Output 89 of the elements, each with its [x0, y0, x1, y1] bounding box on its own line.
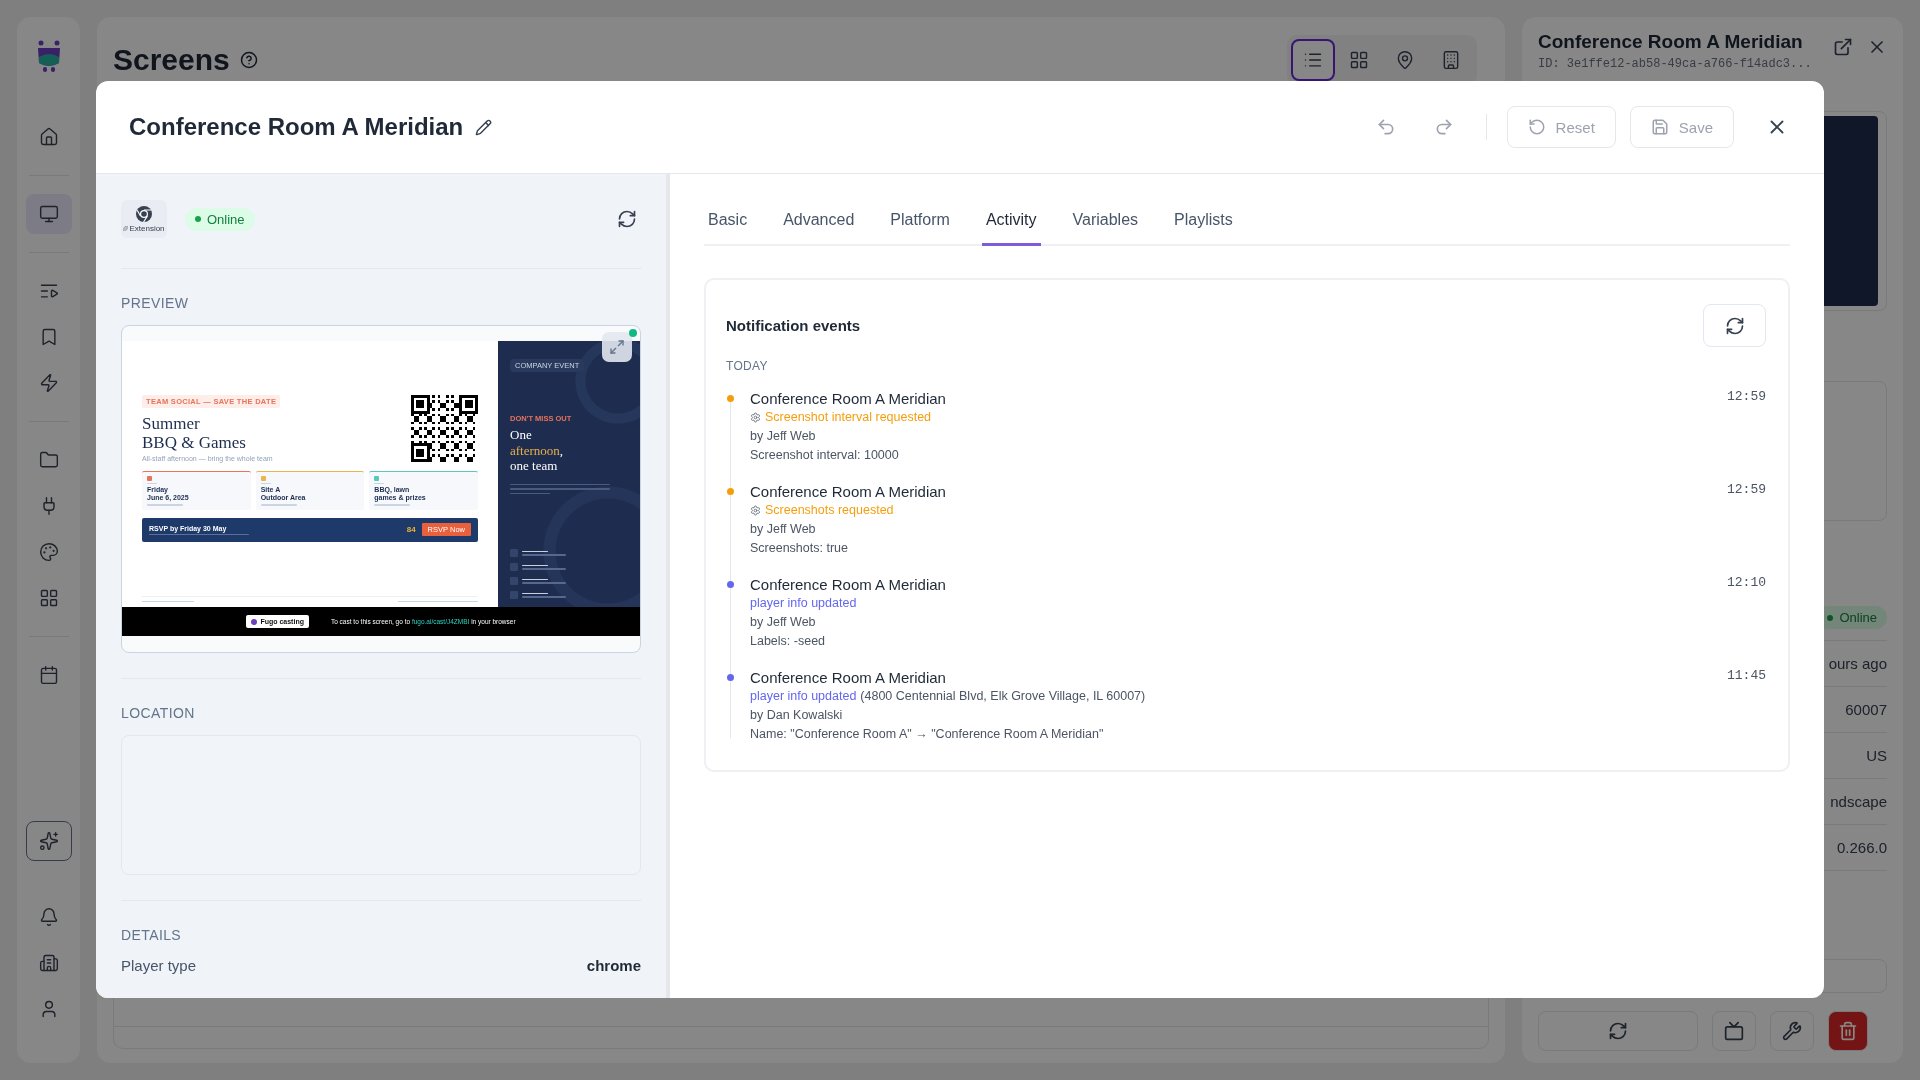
monitor-icon	[38, 204, 59, 224]
refresh-button[interactable]	[1703, 304, 1766, 347]
event-time: 12:59	[1727, 482, 1766, 499]
trash-icon	[1838, 1021, 1858, 1041]
sidebar-item[interactable]	[25, 821, 72, 861]
sparkles-icon	[38, 831, 59, 851]
bell-icon	[38, 907, 59, 927]
view-button[interactable]	[1291, 39, 1335, 81]
refresh-icon	[1608, 1021, 1628, 1041]
help-icon	[239, 51, 258, 69]
wrench-icon	[1782, 1021, 1802, 1041]
event-detail: Screenshot interval: 10000	[750, 447, 900, 464]
event-address: (4800 Centennial Blvd, Elk Grove Village, IL 60007)	[860, 688, 1146, 705]
gear-icon	[750, 505, 761, 516]
event-title: Conference Room A Meridian	[750, 482, 947, 501]
card-icon	[260, 475, 266, 481]
section-label: LOCATION	[121, 705, 196, 721]
folder-icon	[38, 450, 59, 470]
event-title: Conference Room A Meridian	[750, 575, 947, 594]
sidebar-item[interactable]	[25, 194, 72, 234]
spaces-count: 84	[406, 525, 416, 535]
event-detail: Screenshots: true	[750, 540, 849, 557]
gear-icon	[750, 412, 761, 423]
status-badge: Online	[185, 207, 255, 231]
event-detail: Name: "Conference Room A" → "Conference Room A Meridian"	[750, 726, 1105, 743]
event-author: by Dan Kowalski	[750, 707, 844, 724]
tab[interactable]: Activity	[981, 196, 1041, 246]
lightning-icon	[38, 373, 59, 393]
card-title: Notification events	[726, 317, 861, 334]
card-icon	[374, 475, 380, 481]
detail-value: chrome	[586, 957, 641, 974]
tab[interactable]: Advanced	[779, 196, 859, 246]
event-time: 11:45	[1727, 668, 1766, 685]
event-action[interactable]: player info updated	[750, 594, 857, 613]
save-icon	[1650, 118, 1669, 136]
grid-view-icon	[1349, 50, 1369, 70]
expand-button[interactable]	[602, 332, 632, 362]
event-time: 12:59	[1727, 389, 1766, 406]
tab[interactable]: Variables	[1068, 196, 1143, 246]
panel-title: Conference Room A Meridian	[1538, 31, 1804, 53]
event-title: Conference Room A Meridian	[750, 389, 947, 408]
dialog-title: Conference Room A Meridian	[129, 113, 464, 141]
refresh-icon	[617, 209, 637, 229]
event-author: by Jeff Web	[750, 428, 817, 445]
home-icon	[38, 127, 59, 147]
playlist-icon	[38, 281, 59, 301]
refresh-icon	[1724, 315, 1745, 336]
browser-logo-icon	[135, 205, 153, 223]
event-author: by Jeff Web	[750, 521, 817, 538]
detail-value: US	[1866, 747, 1887, 764]
map-pin-icon	[1395, 50, 1415, 70]
tab[interactable]: Playlists	[1170, 196, 1237, 246]
reset-icon	[1527, 118, 1546, 136]
calendar-icon	[38, 665, 59, 685]
event-author: by Jeff Web	[750, 614, 817, 631]
pencil-icon	[475, 118, 493, 136]
page-title: Screens	[113, 43, 230, 77]
tab[interactable]: Basic	[704, 196, 752, 246]
event-time: 12:10	[1727, 575, 1766, 592]
poster-title: Summer BBQ & Games	[142, 413, 247, 452]
detail-label: Player type	[121, 957, 197, 974]
undo-icon	[1375, 117, 1396, 137]
expand-icon	[609, 339, 625, 355]
tv-button[interactable]	[1712, 1011, 1756, 1051]
detail-value: 0.266.0	[1836, 839, 1887, 856]
tab[interactable]: Platform	[886, 196, 954, 246]
event-title: Conference Room A Meridian	[750, 668, 947, 687]
card-icon	[147, 475, 152, 481]
section-label: DETAILS	[121, 927, 183, 943]
poster-headline: One afternoon, one team	[510, 427, 565, 474]
detail-value: 60007	[1845, 701, 1887, 718]
event-detail: Labels: -seed	[750, 633, 827, 650]
tv-icon	[1724, 1021, 1744, 1041]
external-link-icon[interactable]	[1833, 37, 1853, 57]
extension-label: Extension	[129, 224, 165, 233]
delete-button[interactable]	[1828, 1011, 1868, 1051]
building-icon	[1441, 50, 1461, 70]
detail-value: ndscape	[1830, 793, 1887, 810]
building-icon	[38, 953, 59, 973]
list-view-icon	[1303, 50, 1323, 70]
section-label: PREVIEW	[121, 295, 190, 311]
group-label: TODAY	[726, 359, 769, 373]
palette-icon	[38, 542, 59, 562]
detail-value: ours ago	[1828, 655, 1887, 672]
grid-icon	[38, 588, 59, 608]
panel-id: ID: 3e1ffe12-ab58-49ca-a766-f14adc3...	[1538, 57, 1812, 71]
event-action[interactable]: player info updated	[750, 687, 857, 706]
qr-code	[411, 394, 478, 462]
wrench-button[interactable]	[1770, 1011, 1814, 1051]
